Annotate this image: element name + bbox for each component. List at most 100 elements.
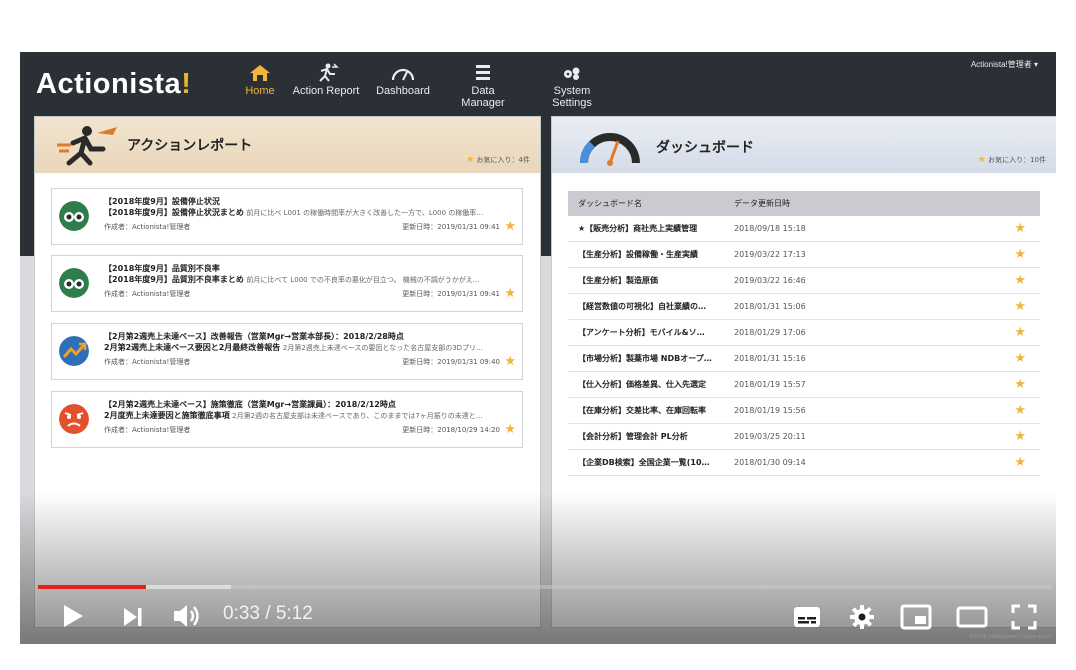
report-summary: 2月第2週売上未達ベース要因と2月最終改善報告 2月第2週売上未達ベースの要因と… (104, 343, 484, 352)
favorite-star-icon[interactable]: ★ (986, 267, 1040, 294)
report-author: 作成者：Actionista!管理者 (104, 426, 191, 434)
dashboard-name[interactable]: 【市場分析】製薬市場 NDBオープ… (568, 345, 724, 372)
nav-action-report[interactable]: Action Report (292, 62, 360, 108)
theater-mode-icon[interactable] (956, 604, 988, 630)
report-updated: 更新日時：2019/01/31 09:41 (402, 290, 500, 298)
dashboard-title: ダッシュボード (656, 140, 754, 156)
dashboard-updated: 2019/03/22 17:13 (724, 241, 986, 268)
dashboard-name[interactable]: 【生産分析】設備稼働・生産実績 (568, 241, 724, 268)
gears-icon (564, 67, 580, 80)
report-author: 作成者：Actionista!管理者 (104, 358, 191, 366)
dashboard-name[interactable]: ★【販売分析】商社売上実績管理 (568, 216, 724, 242)
report-card[interactable]: 【2018年度9月】品質別不良率 【2018年度9月】品質別不良率まとめ 前月に… (51, 255, 523, 312)
report-updated: 更新日時：2019/01/31 09:41 (402, 223, 500, 231)
miniplayer-icon[interactable] (900, 604, 932, 630)
gauge-icon (579, 133, 640, 166)
dashboard-name[interactable]: 【会計分析】管理会計 PL分析 (568, 423, 724, 450)
app-header: Actionista! Home Action Report Dashboard… (20, 52, 1056, 110)
favorites-count[interactable]: ★ お気に入り：10件 (978, 155, 1046, 165)
table-row[interactable]: 【経営数値の可視化】自社業績の… 2018/01/31 15:06 ★ (568, 293, 1040, 320)
table-row[interactable]: 【在庫分析】交差比率、在庫回転率 2018/01/19 15:56 ★ (568, 397, 1040, 424)
progress-bar[interactable] (38, 585, 1052, 589)
angry-face-avatar (59, 404, 89, 434)
time-display: 0:33 / 5:12 (223, 603, 313, 624)
video-player[interactable]: Actionista! Home Action Report Dashboard… (20, 52, 1056, 644)
dashboard-name[interactable]: 【経営数値の可視化】自社業績の… (568, 293, 724, 320)
dashboard-updated: 2018/09/18 15:18 (724, 216, 986, 242)
report-summary: 2月度売上未達要因と施策徹底事項 2月第2週の名古屋支部は未達ベースであり、この… (104, 411, 483, 420)
report-heading: 【2018年度9月】設備停止状況 (104, 197, 220, 206)
report-heading: 【2月第2週売上未達ベース】改善報告（営業Mgr→営業本部長）：2018/2/2… (104, 332, 404, 341)
report-heading: 【2月第2週売上未達ベース】施策徹底（営業Mgr→営業課員）：2018/2/12… (104, 400, 396, 409)
favorite-star-icon[interactable]: ★ (986, 293, 1040, 320)
favorite-star-icon[interactable]: ★ (504, 286, 516, 301)
actionista-logo[interactable]: Actionista! (36, 68, 191, 101)
volume-icon[interactable] (172, 602, 204, 630)
user-menu[interactable]: Actionista!管理者 ▾ (971, 59, 1038, 70)
dashboard-name[interactable]: 【生産分析】製造原価 (568, 267, 724, 294)
column-header-date[interactable]: データ更新日時 (724, 191, 986, 216)
dashboard-name[interactable]: 【アンケート分析】モバイル&ソ… (568, 319, 724, 346)
report-card[interactable]: 【2月第2週売上未達ベース】施策徹底（営業Mgr→営業課員）：2018/2/12… (51, 391, 523, 448)
table-row[interactable]: 【市場分析】製薬市場 NDBオープ… 2018/01/31 15:16 ★ (568, 345, 1040, 372)
dashboard-updated: 2018/01/30 09:14 (724, 449, 986, 476)
report-card[interactable]: 【2月第2週売上未達ベース】改善報告（営業Mgr→営業本部長）：2018/2/2… (51, 323, 523, 380)
favorite-star-icon[interactable]: ★ (986, 397, 1040, 424)
list-icon (476, 65, 490, 80)
favorite-star-icon[interactable]: ★ (504, 354, 516, 369)
played-bar (38, 585, 147, 589)
action-report-title: アクションレポート (127, 138, 253, 154)
favorite-star-icon[interactable]: ★ (504, 422, 516, 437)
table-row[interactable]: 【会計分析】管理会計 PL分析 2019/03/25 20:11 ★ (568, 423, 1040, 450)
report-updated: 更新日時：2018/10/29 14:20 (402, 426, 500, 434)
running-person-icon (57, 126, 117, 166)
table-row[interactable]: 【仕入分析】価格差異、仕入先選定 2018/01/19 15:57 ★ (568, 371, 1040, 398)
favorite-star-icon[interactable]: ★ (986, 371, 1040, 398)
action-report-panel: アクションレポート ★ お気に入り：4件 【2018年度9月】設備停止状況 【2… (34, 116, 541, 628)
dashboard-panel: ダッシュボード ★ お気に入り：10件 ダッシュボード名 データ更新日時 ★【販… (551, 116, 1056, 628)
favorites-count[interactable]: ★ お気に入り：4件 (466, 155, 530, 165)
favorite-star-icon[interactable]: ★ (986, 345, 1040, 372)
dashboard-name[interactable]: 【仕入分析】価格差異、仕入先選定 (568, 371, 724, 398)
nav-data-manager[interactable]: Data Manager (449, 62, 517, 109)
report-updated: 更新日時：2019/01/31 09:40 (402, 358, 500, 366)
dashboard-updated: 2019/03/22 16:46 (724, 267, 986, 294)
favorite-star-icon[interactable]: ★ (986, 449, 1040, 476)
next-icon[interactable] (121, 606, 145, 628)
action-report-header: アクションレポート ★ お気に入り：4件 (35, 117, 540, 173)
nav-system-settings[interactable]: System Settings (533, 62, 611, 109)
dashboard-updated: 2019/03/25 20:11 (724, 423, 986, 450)
column-header-favorite (986, 191, 1040, 216)
favorite-star-icon[interactable]: ★ (986, 423, 1040, 450)
nav-dashboard[interactable]: Dashboard (375, 62, 431, 108)
table-row[interactable]: 【生産分析】設備稼働・生産実績 2019/03/22 17:13 ★ (568, 241, 1040, 268)
table-row[interactable]: ★【販売分析】商社売上実績管理 2018/09/18 15:18 ★ (568, 216, 1040, 242)
column-header-name[interactable]: ダッシュボード名 (568, 191, 724, 216)
report-card[interactable]: 【2018年度9月】設備停止状況 【2018年度9月】設備停止状況まとめ 前月に… (51, 188, 523, 245)
favorite-star-icon[interactable]: ★ (986, 319, 1040, 346)
subtitles-icon[interactable] (793, 605, 821, 629)
dashboard-name[interactable]: 【在庫分析】交差比率、在庫回転率 (568, 397, 724, 424)
dashboard-name[interactable]: 【企業DB検索】全国企業一覧(10… (568, 449, 724, 476)
gauge-icon (391, 68, 415, 81)
nav-home[interactable]: Home (242, 62, 278, 108)
fullscreen-icon[interactable] (1010, 603, 1038, 631)
favorite-star-icon[interactable]: ★ (986, 241, 1040, 268)
report-summary: 【2018年度9月】設備停止状況まとめ 前月に比べ L001 の稼働時間率が大き… (104, 208, 484, 217)
dashboard-updated: 2018/01/29 17:06 (724, 319, 986, 346)
favorite-star-icon[interactable]: ★ (504, 219, 516, 234)
trend-avatar (59, 336, 89, 366)
binoculars-avatar (59, 268, 89, 298)
star-icon: ★ (466, 155, 475, 165)
favorite-star-icon[interactable]: ★ (986, 216, 1040, 242)
action-report-list: 【2018年度9月】設備停止状況 【2018年度9月】設備停止状況まとめ 前月に… (35, 173, 540, 627)
table-row[interactable]: 【アンケート分析】モバイル&ソ… 2018/01/29 17:06 ★ (568, 319, 1040, 346)
report-author: 作成者：Actionista!管理者 (104, 223, 191, 231)
binoculars-avatar (59, 201, 89, 231)
table-row[interactable]: 【企業DB検索】全国企業一覧(10… 2018/01/30 09:14 ★ (568, 449, 1040, 476)
report-heading: 【2018年度9月】品質別不良率 (104, 264, 220, 273)
settings-gear-icon[interactable] (848, 603, 876, 631)
table-row[interactable]: 【生産分析】製造原価 2019/03/22 16:46 ★ (568, 267, 1040, 294)
dashboard-list: ダッシュボード名 データ更新日時 ★【販売分析】商社売上実績管理 2018/09/… (552, 173, 1056, 627)
play-icon[interactable] (60, 603, 86, 629)
